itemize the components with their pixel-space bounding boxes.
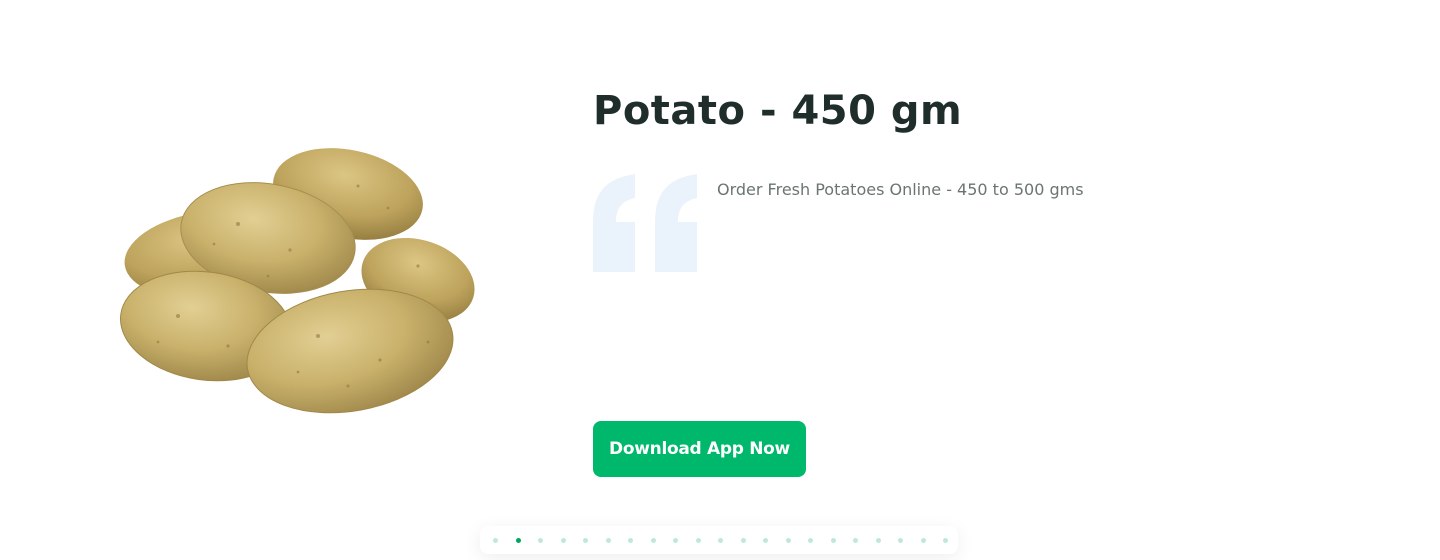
carousel-dots xyxy=(480,526,958,554)
carousel-dot[interactable] xyxy=(830,538,836,543)
product-title: Potato - 450 gm xyxy=(593,88,963,134)
carousel-dot[interactable] xyxy=(763,538,768,543)
product-description: Order Fresh Potatoes Online - 450 to 500… xyxy=(717,180,1084,199)
carousel-dot-active[interactable] xyxy=(515,538,521,543)
carousel-dot[interactable] xyxy=(898,538,903,543)
carousel-dot[interactable] xyxy=(493,538,498,543)
carousel-dot[interactable] xyxy=(920,538,926,543)
carousel-dot[interactable] xyxy=(853,538,858,543)
carousel-dot[interactable] xyxy=(650,538,656,543)
quote-mark-icon xyxy=(593,174,697,272)
carousel-dot[interactable] xyxy=(785,538,791,543)
carousel-dot[interactable] xyxy=(538,538,543,543)
carousel-dot[interactable] xyxy=(628,538,633,543)
carousel-dot[interactable] xyxy=(605,538,611,543)
carousel-dot[interactable] xyxy=(740,538,746,543)
carousel-dot[interactable] xyxy=(808,538,813,543)
carousel-dot[interactable] xyxy=(943,538,948,543)
carousel-dot[interactable] xyxy=(875,538,881,543)
carousel-dot[interactable] xyxy=(718,538,723,543)
product-image xyxy=(120,148,475,414)
product-slide: Potato - 450 gm Order Fresh Potatoes Onl… xyxy=(0,0,1440,560)
carousel-dot[interactable] xyxy=(673,538,678,543)
carousel-dot[interactable] xyxy=(695,538,701,543)
carousel-pagination xyxy=(480,526,958,554)
carousel-dot[interactable] xyxy=(560,538,566,543)
carousel-dot[interactable] xyxy=(583,538,588,543)
download-app-button[interactable]: Download App Now xyxy=(593,421,806,477)
